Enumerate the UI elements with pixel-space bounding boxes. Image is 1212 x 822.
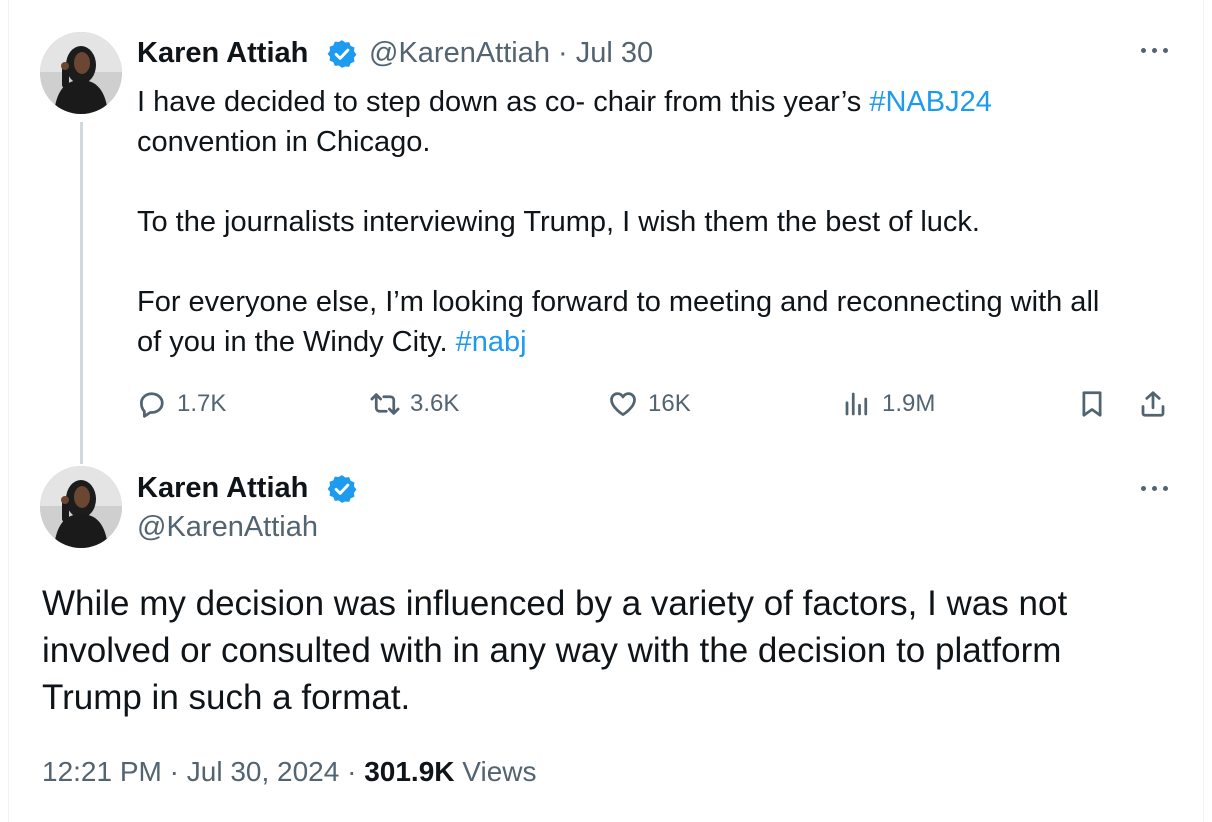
verified-badge-icon — [327, 475, 357, 503]
reply-count: 1.7K — [177, 390, 227, 417]
tweet-text-line: convention in Chicago. — [137, 126, 431, 158]
author-name[interactable]: Karen Attiah — [137, 471, 308, 505]
reply-icon — [140, 392, 164, 418]
views-count: 1.9M — [882, 390, 936, 417]
repost-button[interactable]: 3.6K — [370, 388, 459, 420]
tweet-time[interactable]: 12:21 PM — [42, 756, 162, 787]
author-handle[interactable]: @KarenAttiah — [137, 510, 318, 544]
verified-badge-icon — [327, 40, 357, 68]
author-avatar[interactable] — [40, 466, 122, 548]
share-icon — [1141, 391, 1165, 417]
more-horizontal-icon[interactable] — [1138, 478, 1172, 498]
tweet-text-line: While my decision was influenced by a va… — [42, 584, 1068, 623]
tweet-text-line: I have decided to step down as co- chair… — [137, 86, 870, 118]
tweet-text-paragraph: To the journalists interviewing Trump, I… — [137, 206, 980, 238]
views-total-count[interactable]: 301.9K — [364, 756, 454, 787]
avatar-photo — [40, 466, 122, 548]
author-handle[interactable]: @KarenAttiah — [369, 37, 550, 69]
tweet-text: While my decision was influenced by a va… — [42, 580, 1162, 721]
views-bar-chart-icon — [845, 392, 868, 416]
views-button[interactable]: 1.9M — [842, 388, 935, 420]
views-label: Views — [462, 756, 537, 787]
tweet-text: I have decided to step down as co- chair… — [137, 82, 1187, 362]
handle-date-separator: · — [558, 37, 568, 69]
hashtag-link[interactable]: #NABJ24 — [869, 86, 992, 118]
author-avatar[interactable] — [40, 32, 122, 114]
tweet-date[interactable]: Jul 30 — [576, 37, 653, 69]
hashtag-link[interactable]: #nabj — [456, 326, 527, 358]
meta-separator: · — [347, 756, 357, 787]
repost-icon — [370, 393, 400, 415]
author-name[interactable]: Karen Attiah — [137, 36, 308, 70]
bookmark-button[interactable] — [1077, 388, 1107, 420]
avatar-photo — [40, 32, 122, 114]
like-button[interactable]: 16K — [608, 388, 691, 420]
heart-icon — [610, 392, 636, 416]
tweet-text-line: For everyone else, I’m looking forward t… — [137, 286, 1100, 318]
share-button[interactable] — [1138, 388, 1168, 420]
tweet-full-date[interactable]: Jul 30, 2024 — [187, 756, 340, 787]
like-count: 16K — [648, 390, 691, 417]
bookmark-icon — [1082, 391, 1102, 417]
meta-separator: · — [169, 756, 179, 787]
repost-count: 3.6K — [410, 390, 460, 417]
tweet-text-line: involved or consulted with in any way wi… — [42, 631, 1062, 670]
more-horizontal-icon[interactable] — [1138, 40, 1172, 60]
tweet-text-line: of you in the Windy City. — [137, 326, 456, 358]
tweet-meta: 12:21 PM · Jul 30, 2024 · 301.9K Views — [42, 754, 536, 790]
thread-connector-line — [80, 122, 83, 464]
reply-button[interactable]: 1.7K — [137, 388, 226, 420]
tweet-text-line: Trump in such a format. — [42, 678, 411, 717]
author-handle-date[interactable]: @KarenAttiah · Jul 30 — [369, 36, 653, 70]
